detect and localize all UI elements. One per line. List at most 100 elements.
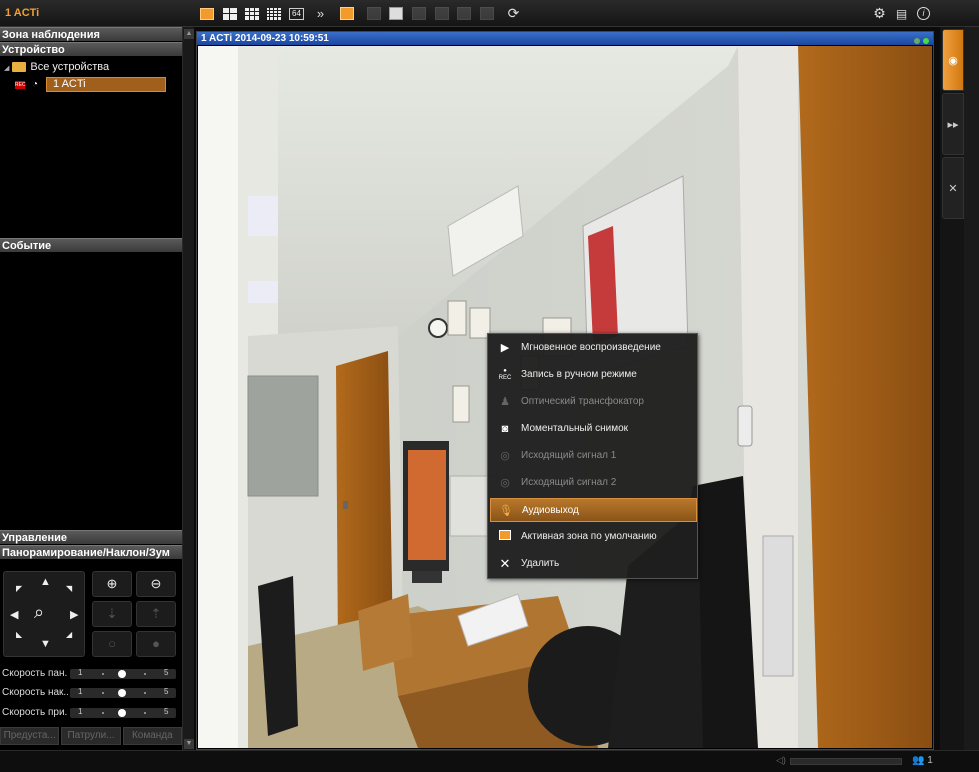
layout-4-icon xyxy=(222,7,237,20)
rec-icon: REC xyxy=(15,81,26,89)
zoom-speed-slider[interactable]: 1 5 xyxy=(70,707,176,718)
eye-icon: ◉ xyxy=(948,55,958,67)
zoom-focus-controls: ⊕ ⊖ ⇣ ⇡ ○ ● xyxy=(92,571,176,657)
document-icon[interactable]: ▤ xyxy=(894,6,909,21)
edit-view-icon xyxy=(366,7,381,20)
microphone-icon: 🎙 xyxy=(499,505,513,517)
tilt-speed-slider[interactable]: 1 5 xyxy=(70,687,176,698)
delete-view-button[interactable] xyxy=(411,6,426,21)
top-toolbar: 1 ACTi 64 » ⟳ ⚙ ▤ i xyxy=(0,0,979,27)
focus-near-button[interactable]: ⇣ xyxy=(92,601,132,627)
presets-button[interactable]: Предуста... xyxy=(0,727,60,745)
view-tool-icon xyxy=(434,7,449,20)
device-item-acti[interactable]: 1 ACTi xyxy=(46,77,166,92)
layout-16-button[interactable] xyxy=(266,6,281,21)
slider-knob[interactable] xyxy=(118,689,126,697)
right-rail: ◉ ▸▸ ✕ xyxy=(940,27,964,750)
arrow-down-right-icon[interactable]: ◢ xyxy=(66,630,72,639)
iris-open-button[interactable]: ○ xyxy=(92,631,132,657)
menu-item-default-active-zone[interactable]: Активная зона по умолчанию xyxy=(490,525,697,549)
info-icon[interactable]: i xyxy=(916,6,931,21)
active-zone-icon xyxy=(498,530,512,544)
slider-knob[interactable] xyxy=(118,670,126,678)
device-header[interactable]: Устройство xyxy=(0,42,182,56)
command-button[interactable]: Команда xyxy=(122,727,182,745)
video-title-bar: 1 ACTi 2014-09-23 10:59:51 xyxy=(197,32,933,45)
tree-root-all-devices[interactable]: ◢ Все устройства xyxy=(4,61,109,73)
alarm-view-button[interactable] xyxy=(339,6,354,21)
refresh-icon[interactable]: ⟳ xyxy=(506,5,521,21)
more-layouts-button[interactable]: » xyxy=(313,6,328,21)
arrow-down-left-icon[interactable]: ◣ xyxy=(16,630,22,639)
users-icon: 👥 xyxy=(912,755,925,766)
slider-knob[interactable] xyxy=(118,709,126,717)
view-tool-6-button[interactable] xyxy=(479,6,494,21)
layout-9-button[interactable] xyxy=(244,6,259,21)
layout-1-button[interactable] xyxy=(199,6,214,21)
led-icon xyxy=(914,38,920,44)
arrow-left-icon[interactable]: ◀ xyxy=(10,608,18,621)
camera-icon: ◙ xyxy=(501,423,509,435)
folder-icon xyxy=(12,62,27,73)
led-icon xyxy=(923,38,929,44)
add-view-button[interactable] xyxy=(388,6,403,21)
arrow-up-right-icon[interactable]: ◥ xyxy=(66,584,72,593)
patrols-button[interactable]: Патрули... xyxy=(61,727,121,745)
zoom-out-button[interactable]: ⊖ xyxy=(136,571,176,597)
volume-bar[interactable] xyxy=(790,758,902,765)
add-view-icon xyxy=(388,7,403,20)
scroll-up-icon[interactable]: ▲ xyxy=(184,29,194,39)
menu-item-audio-out[interactable]: 🎙 Аудиовыход xyxy=(490,498,697,522)
focus-far-button[interactable]: ⇡ xyxy=(136,601,176,627)
close-icon: ✕ xyxy=(499,556,511,571)
delete-view-icon xyxy=(411,7,426,20)
left-panel: Зона наблюдения Устройство ◢ Все устройст… xyxy=(0,27,182,750)
app-window: 1 ACTi 64 » ⟳ ⚙ ▤ i Зона наблюдения Устр… xyxy=(0,0,979,772)
layout-9-icon xyxy=(244,7,259,20)
tilt-speed-row: Скорость нак... 1 5 xyxy=(2,686,180,700)
setup-tab[interactable]: ✕ xyxy=(942,157,964,219)
ptz-header[interactable]: Панорамирование/Наклон/Зум xyxy=(0,545,182,559)
menu-item-manual-record[interactable]: ● REC Запись в ручном режиме xyxy=(490,363,697,387)
menu-item-instant-playback[interactable]: ▶ Мгновенное воспроизведение xyxy=(490,336,697,360)
tilt-speed-label: Скорость нак... xyxy=(2,687,68,698)
video-title: 1 ACTi 2014-09-23 10:59:51 xyxy=(201,33,329,44)
arrow-up-left-icon[interactable]: ◤ xyxy=(16,584,22,593)
pan-speed-slider[interactable]: 1 5 xyxy=(70,668,176,679)
speaker-icon[interactable]: ◁) xyxy=(776,755,786,766)
surveillance-zone-header[interactable]: Зона наблюдения xyxy=(0,27,182,41)
view-tool-icon xyxy=(456,7,471,20)
optical-zoom-icon: ♟ xyxy=(500,396,510,408)
live-view-tab[interactable]: ◉ xyxy=(942,29,964,91)
play-icon: ▶ xyxy=(500,342,510,354)
menu-item-snapshot[interactable]: ◙ Моментальный снимок xyxy=(490,417,697,441)
scroll-down-icon[interactable]: ▼ xyxy=(184,739,194,749)
left-panel-scrollbar[interactable]: ▲ ▼ xyxy=(182,27,194,750)
arrow-right-icon[interactable]: ▶ xyxy=(70,608,78,621)
search-icon[interactable]: ⌕ xyxy=(34,602,44,623)
control-header[interactable]: Управление xyxy=(0,530,182,544)
view-tool-5-button[interactable] xyxy=(456,6,471,21)
layout-4-button[interactable] xyxy=(222,6,237,21)
event-header[interactable]: Событие xyxy=(0,238,182,252)
context-menu: ▶ Мгновенное воспроизведение ● REC Запись в… xyxy=(487,333,698,579)
playback-tab[interactable]: ▸▸ xyxy=(942,93,964,155)
view-tool-4-button[interactable] xyxy=(434,6,449,21)
menu-item-delete[interactable]: ✕ Удалить xyxy=(490,552,697,576)
edit-view-button[interactable] xyxy=(366,6,381,21)
menu-item-output-signal-1[interactable]: ◎ Исходящий сигнал 1 xyxy=(490,444,697,468)
gear-icon[interactable]: ⚙ xyxy=(872,5,887,21)
output-signal-icon: ◎ xyxy=(500,450,510,462)
layout-64-button[interactable]: 64 xyxy=(289,6,304,21)
iris-close-button[interactable]: ● xyxy=(136,631,176,657)
output-signal-icon: ◎ xyxy=(500,477,510,489)
arrow-down-icon[interactable]: ▼ xyxy=(40,638,51,650)
status-bar: ◁) 👥 1 xyxy=(0,750,979,772)
zoom-in-button[interactable]: ⊕ xyxy=(92,571,132,597)
expand-icon[interactable]: ◢ xyxy=(4,65,9,72)
zoom-speed-row: Скорость при... 1 5 xyxy=(2,706,180,720)
arrow-up-icon[interactable]: ▲ xyxy=(40,576,51,588)
menu-item-optical-zoom[interactable]: ♟ Оптический трансфокатор xyxy=(490,390,697,414)
menu-item-output-signal-2[interactable]: ◎ Исходящий сигнал 2 xyxy=(490,471,697,495)
view-tool-icon xyxy=(479,7,494,20)
